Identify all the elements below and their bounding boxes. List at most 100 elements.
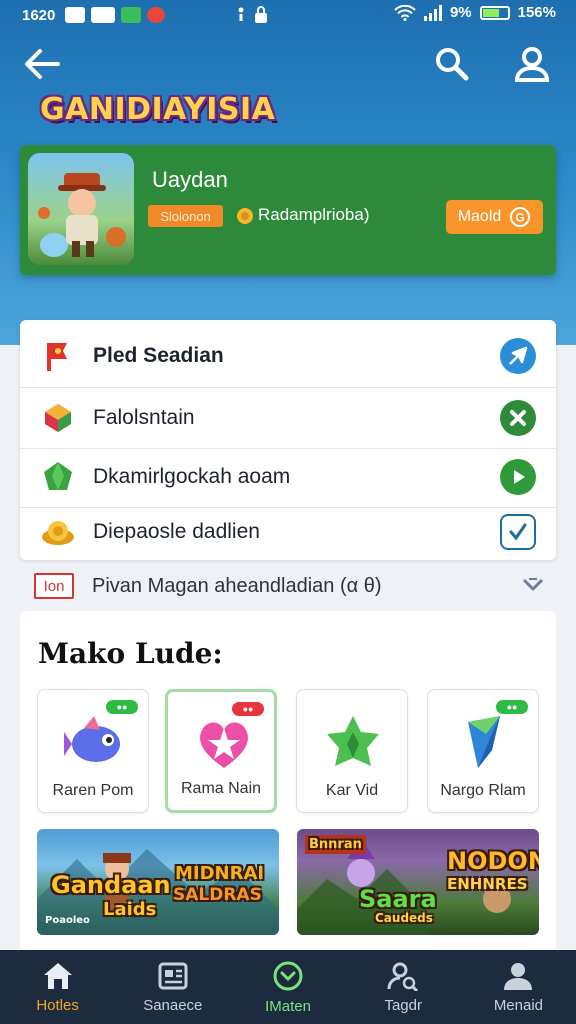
green-crystal-icon [38, 457, 78, 497]
character-art-icon [38, 173, 126, 257]
nav-label: IMaten [265, 997, 311, 1015]
search-icon [436, 48, 469, 81]
home-icon [43, 962, 72, 989]
gem-cube-icon [38, 398, 78, 438]
notice-bar[interactable]: Ion Pivan Magan aheandladian (α θ) [20, 565, 556, 607]
svg-text:G: G [516, 211, 525, 225]
menu-list: Pled Seadian Falolsntain Dkamirlgockah a… [20, 320, 556, 560]
bottom-navigation: Hotles Sanaece IMaten Tagdr Menaid [0, 950, 576, 1024]
search-button[interactable] [432, 44, 472, 84]
banner-subtitle-2: ENHNRES [447, 875, 528, 893]
featured-game-title: Uaydan [152, 167, 228, 192]
wifi-icon [394, 4, 416, 21]
signal-icon [423, 4, 442, 21]
nav-item-home[interactable]: Hotles [0, 950, 115, 1024]
menu-item-label: Dkamirlgockah aoam [93, 465, 291, 488]
nav-item-news[interactable]: Sanaece [115, 950, 230, 1024]
menu-item[interactable]: Pled Seadian [20, 326, 556, 386]
nav-label: Sanaece [143, 996, 203, 1014]
user-icon [514, 47, 550, 82]
banner-title: Saara [359, 885, 437, 913]
star-heart-icon [200, 722, 248, 768]
gift-coin-icon: G [510, 207, 531, 227]
game-tile-label: Raren Pom [52, 782, 134, 799]
blue-crystal-icon [468, 716, 500, 768]
banner-caption: Poaoleo [45, 915, 90, 926]
arrow-left-icon [25, 49, 60, 79]
coin-icon [237, 208, 253, 224]
status-bar: 1620 9% 156% [0, 0, 576, 30]
game-tile[interactable]: ●● Rama Nain [165, 689, 277, 813]
menu-item[interactable]: Dkamirlgockah aoam [20, 447, 556, 507]
fish-icon [64, 716, 120, 762]
featured-game-card[interactable]: Uaydan Slolonon Radamplrioba) Maold G [20, 145, 556, 275]
dot-icon [238, 7, 244, 21]
play-icon[interactable] [500, 459, 536, 495]
menu-item-label: Diepaosle dadlien [93, 520, 260, 543]
nav-item-main[interactable]: IMaten [230, 950, 345, 1024]
battery-icon [479, 5, 510, 20]
red-flag-icon [38, 336, 78, 376]
banner-corner-label: Bnnran [305, 835, 366, 854]
chevron-circle-icon [273, 961, 303, 990]
badge-pill: ●● [106, 700, 138, 714]
profile-icon [504, 962, 533, 990]
check-icon[interactable] [500, 514, 536, 550]
send-icon[interactable] [500, 338, 536, 374]
gold-coin-icon [38, 512, 78, 552]
nav-label: Menaid [493, 996, 544, 1014]
featured-button-label: Maold [457, 208, 502, 225]
game-tile[interactable]: ●● Raren Pom [37, 689, 149, 813]
wifi-percent: 9% [449, 4, 472, 21]
game-tile-label: Kar Vid [325, 782, 379, 799]
chart-app-icon [121, 7, 142, 23]
banner-title-2: MIDNRAI [175, 863, 265, 884]
menu-item-label: Falolsntain [93, 406, 195, 429]
featured-category-badge: Slolonon [148, 205, 223, 227]
game-tile-label: Rama Nain [180, 780, 262, 797]
nav-label: Hotles [36, 996, 79, 1014]
banner-subtitle: Caudeds [375, 911, 433, 925]
nav-item-profile[interactable]: Menaid [461, 950, 576, 1024]
section-title: Mako Lude: [38, 637, 223, 670]
app-logo: GANIDIAYISIA [40, 92, 276, 127]
menu-item[interactable]: Falolsntain [20, 388, 556, 448]
game-banner[interactable]: Bnnran Saara Caudeds NODON ENHNRES [297, 829, 539, 935]
badge-pill: ●● [232, 702, 264, 716]
game-banner[interactable]: Gandaan Laids MIDNRAI SALDRAS Poaoleo [37, 829, 279, 935]
game-tile[interactable]: Kar Vid [296, 689, 408, 813]
featured-meta-text: Radamplrioba) [258, 205, 370, 224]
close-icon[interactable] [500, 400, 536, 436]
chevron-down-icon[interactable] [522, 575, 544, 593]
notification-icons [65, 7, 166, 23]
newspaper-icon [158, 962, 188, 989]
menu-item-label: Pled Seadian [93, 344, 224, 367]
lock-icon [255, 6, 267, 23]
notice-tag: Ion [34, 573, 74, 599]
nav-item-friends[interactable]: Tagdr [346, 950, 461, 1024]
back-button[interactable] [22, 44, 62, 84]
gmail-icon [65, 7, 86, 23]
battery-percent: 156% [517, 4, 556, 21]
game-tile[interactable]: ●● Nargo Rlam [427, 689, 539, 813]
badge-pill: ●● [496, 700, 528, 714]
menu-item[interactable]: Diepaosle dadlien [20, 502, 556, 562]
featured-play-button[interactable]: Maold G [446, 200, 543, 234]
games-section: Mako Lude: ●● Raren Pom ●● Rama Nain Kar… [20, 611, 556, 951]
banner-title: Gandaan [51, 871, 171, 899]
banner-subtitle: Laids [103, 899, 157, 920]
notice-text: Pivan Magan aheandladian (α θ) [92, 575, 382, 597]
app-notification-icon [147, 7, 166, 23]
profile-button[interactable] [512, 44, 552, 84]
green-leaf-icon [327, 716, 379, 766]
nav-label: Tagdr [384, 996, 422, 1014]
status-time: 1620 [22, 6, 56, 24]
game-tile-label: Nargo Rlam [440, 782, 526, 799]
user-search-icon [387, 962, 419, 991]
status-right: 9% 156% [394, 4, 556, 21]
banner-subtitle-2: SALDRAS [173, 885, 262, 905]
featured-game-thumbnail [28, 153, 134, 265]
message-icon [91, 7, 116, 23]
status-indicators [238, 6, 268, 24]
banner-title-2: NODON [447, 847, 539, 875]
